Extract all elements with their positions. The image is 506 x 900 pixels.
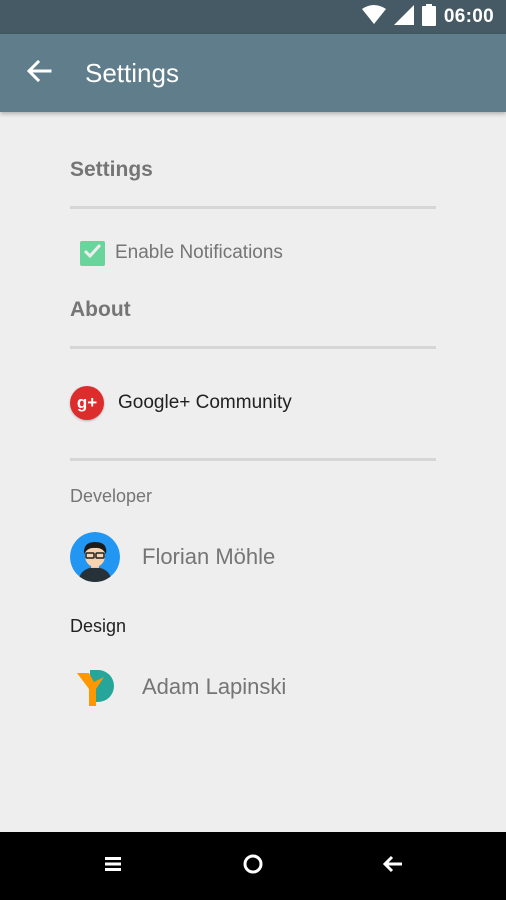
about-section-title: About bbox=[70, 298, 131, 321]
back-button[interactable] bbox=[20, 54, 58, 92]
app-bar: Settings bbox=[0, 34, 506, 112]
credits-divider bbox=[70, 458, 436, 461]
status-time: 06:00 bbox=[443, 6, 494, 27]
enable-notifications-label: Enable Notifications bbox=[115, 242, 283, 263]
google-plus-icon: g+ bbox=[70, 386, 104, 420]
checkbox-box[interactable] bbox=[80, 240, 105, 266]
recents-button[interactable] bbox=[96, 849, 130, 883]
enable-notifications-checkbox[interactable]: Enable Notifications bbox=[80, 240, 283, 266]
designer-logo bbox=[70, 662, 120, 712]
google-plus-community-label: Google+ Community bbox=[118, 392, 292, 413]
back-arrow-icon bbox=[26, 59, 52, 88]
settings-section-title: Settings bbox=[70, 158, 153, 181]
home-icon bbox=[242, 853, 264, 880]
developer-avatar bbox=[70, 532, 120, 582]
developer-name: Florian Möhle bbox=[142, 544, 276, 569]
nav-back-icon bbox=[382, 854, 404, 879]
battery-icon bbox=[421, 3, 436, 31]
developer-row[interactable]: Florian Möhle bbox=[70, 532, 275, 582]
designer-name: Adam Lapinski bbox=[142, 674, 287, 699]
navigation-bar bbox=[0, 832, 506, 900]
status-bar: 06:00 bbox=[0, 0, 506, 34]
google-plus-community-link[interactable]: g+ Google+ Community bbox=[70, 386, 292, 420]
status-icons: 06:00 bbox=[361, 3, 494, 31]
nav-back-button[interactable] bbox=[376, 849, 410, 883]
signal-icon bbox=[393, 4, 414, 30]
about-divider bbox=[70, 346, 436, 349]
recents-icon bbox=[104, 856, 122, 876]
home-button[interactable] bbox=[236, 849, 270, 883]
checkmark-icon bbox=[83, 243, 102, 263]
settings-content: Settings Enable Notifications About g+ G… bbox=[0, 112, 506, 832]
developer-label: Developer bbox=[70, 486, 153, 506]
settings-divider bbox=[70, 206, 436, 209]
page-title: Settings bbox=[85, 58, 179, 88]
design-label: Design bbox=[70, 616, 127, 636]
designer-row[interactable]: Adam Lapinski bbox=[70, 662, 286, 712]
wifi-icon bbox=[361, 4, 386, 30]
